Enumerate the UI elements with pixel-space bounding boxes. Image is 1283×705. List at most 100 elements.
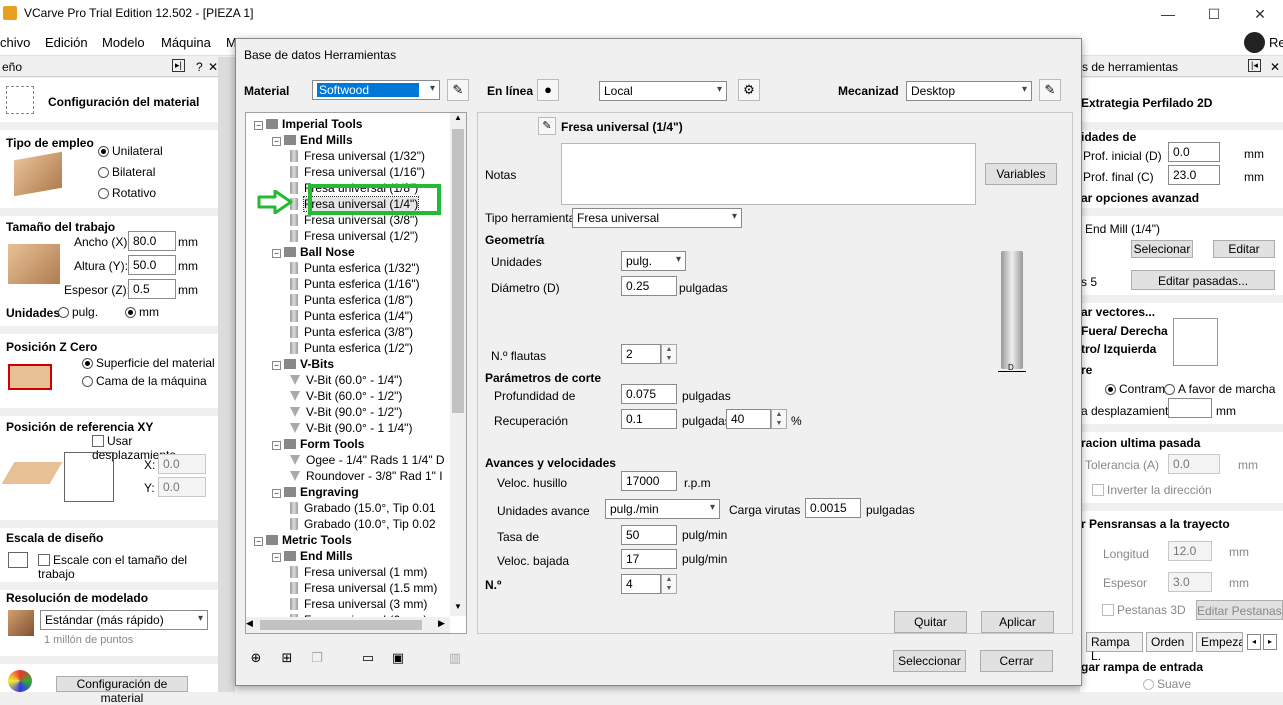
collapse-icon[interactable]: − (272, 249, 281, 258)
notas-textarea[interactable] (561, 143, 976, 205)
tree-tool-item[interactable]: Fresa universal (1/16") (290, 164, 425, 180)
tree-group[interactable]: − Imperial Tools (254, 116, 362, 132)
help-button[interactable]: ? (196, 60, 203, 74)
tree-tool-item[interactable]: V-Bit (60.0° - 1/4") (290, 372, 402, 388)
tab-rampa[interactable]: Rampa L. (1086, 632, 1143, 663)
profundidad-input[interactable]: 0.075 (621, 384, 677, 404)
carga-virutas-input[interactable]: 0.0015 (805, 498, 861, 518)
radio-contramano[interactable]: Contrama (1105, 382, 1172, 396)
collapse-icon[interactable]: − (272, 441, 281, 450)
tipo-herramienta-select[interactable]: Fresa universal (572, 208, 742, 228)
collapse-icon[interactable]: − (272, 489, 281, 498)
tree-tool-item[interactable]: Punta esferica (1/4") (290, 308, 413, 324)
no-spinner[interactable]: ▲ ▼ (661, 574, 677, 594)
radio-suave[interactable]: Suave (1143, 677, 1191, 691)
tree-hscroll-thumb[interactable] (260, 620, 422, 630)
opciones-avanzadas[interactable]: ar opciones avanzad (1081, 191, 1199, 205)
longitud-input[interactable]: 12.0 (1168, 541, 1212, 561)
tab-empezar[interactable]: Empeza (1196, 632, 1243, 652)
tree-tool-item[interactable]: Fresa universal (1.5 mm) (290, 580, 437, 596)
scroll-up-arrow-icon[interactable]: ▲ (450, 113, 466, 127)
pin-panel-button[interactable]: |◂ (1248, 59, 1261, 72)
diametro-input[interactable]: 0.25 (621, 276, 677, 296)
radio-cama[interactable]: Cama de la máquina (82, 374, 207, 388)
flautas-spinner[interactable]: ▲ ▼ (661, 344, 677, 364)
tree-tool-item[interactable]: Punta esferica (1/8") (290, 292, 413, 308)
pin-panel-button[interactable]: ▸| (172, 59, 185, 72)
recuperacion-pct-input[interactable]: 40 (726, 409, 771, 429)
dentro-izquierda[interactable]: tro/ Izquierda (1081, 342, 1156, 356)
edit-machine-icon[interactable]: ✎ (1039, 79, 1061, 101)
machine-select[interactable]: Desktop (906, 81, 1032, 101)
tree-group[interactable]: − V-Bits (272, 356, 334, 372)
radio-mm[interactable]: mm (125, 305, 159, 319)
altura-input[interactable]: 50.0 (128, 255, 176, 275)
tree-tool-item[interactable]: V-Bit (60.0° - 1/2") (290, 388, 402, 404)
flautas-input[interactable]: 2 (621, 344, 661, 364)
tolerancia-input[interactable]: 0.0 (1168, 454, 1220, 474)
xy-origin-grid[interactable] (64, 452, 114, 502)
radio-superficie[interactable]: Superficie del material (82, 356, 215, 370)
unidades-select[interactable]: pulg. (621, 251, 686, 271)
tree-tool-item[interactable]: Grabado (10.0°, Tip 0.02 (290, 516, 436, 532)
radio-a-favor[interactable]: A favor de marcha (1164, 382, 1275, 396)
collapse-icon[interactable]: − (272, 137, 281, 146)
tab-scroll-left-button[interactable]: ◂ (1247, 634, 1261, 650)
tree-tool-item[interactable]: Punta esferica (1/32") (290, 260, 420, 276)
quitar-button[interactable]: Quitar (894, 611, 967, 633)
maximize-button[interactable]: ☐ (1191, 0, 1237, 28)
close-panel-button[interactable]: ✕ (1270, 60, 1280, 74)
pestanas-3d-checkbox[interactable]: Pestanas 3D (1102, 603, 1186, 617)
prof-inicial-input[interactable]: 0.0 (1168, 142, 1220, 162)
tree-tool-item[interactable]: V-Bit (90.0° - 1/2") (290, 404, 402, 420)
espesor-input[interactable]: 3.0 (1168, 572, 1212, 592)
resolucion-select[interactable]: Estándar (más rápido) (40, 610, 208, 630)
scroll-right-arrow-icon[interactable]: ▶ (438, 618, 445, 629)
vectores-label[interactable]: ar vectores... (1081, 305, 1155, 319)
library-settings-icon[interactable]: ⚙ (738, 79, 760, 101)
tree-group[interactable]: − Form Tools (272, 436, 364, 452)
tree-tool-item[interactable]: Roundover - 3/8" Rad 1" I (290, 468, 443, 484)
ancho-input[interactable]: 80.0 (128, 231, 176, 251)
prof-final-input[interactable]: 23.0 (1168, 165, 1220, 185)
tree-vscrollbar[interactable]: ▲ ▼ (450, 113, 466, 616)
bajada-input[interactable]: 17 (621, 549, 677, 569)
select-tool-button[interactable]: Selecionar (1131, 240, 1193, 258)
edit-tool-button[interactable]: Editar (1213, 240, 1275, 258)
tree-tool-item[interactable]: V-Bit (90.0° - 1 1/4") (290, 420, 412, 436)
tree-tool-item[interactable]: Fresa universal (3 mm) (290, 596, 427, 612)
tree-tool-item[interactable]: Grabado (15.0°, Tip 0.01 (290, 500, 436, 516)
collapse-icon[interactable]: − (254, 537, 263, 546)
menu-maquina[interactable]: Máquina (161, 35, 211, 50)
recuperacion-pct-spinner[interactable]: ▲ ▼ (771, 409, 787, 429)
add-tool-icon[interactable]: ⊕ (245, 648, 267, 670)
tree-group[interactable]: − Engraving (272, 484, 359, 500)
husillo-input[interactable]: 17000 (621, 471, 677, 491)
scroll-left-arrow-icon[interactable]: ◀ (246, 618, 253, 629)
tree-tool-item[interactable]: Fresa universal (1 mm) (290, 564, 427, 580)
tree-tool-item[interactable]: Punta esferica (1/16") (290, 276, 420, 292)
close-panel-button[interactable]: ✕ (208, 60, 218, 74)
library-select[interactable]: Local (599, 81, 727, 101)
collapse-icon[interactable]: − (272, 361, 281, 370)
radio-unilateral[interactable]: Unilateral (98, 144, 163, 158)
tab-scroll-right-button[interactable]: ▸ (1263, 634, 1277, 650)
tree-group[interactable]: − Metric Tools (254, 532, 352, 548)
no-input[interactable]: 4 (621, 574, 661, 594)
tree-tool-item[interactable]: Ogee - 1/4" Rads 1 1/4" D (290, 452, 445, 468)
cerrar-button[interactable]: Cerrar (980, 650, 1053, 672)
tree-group[interactable]: − End Mills (272, 548, 353, 564)
left-splitter[interactable] (218, 57, 235, 692)
tab-orden[interactable]: Orden (1146, 632, 1193, 652)
close-window-button[interactable]: ✕ (1237, 0, 1283, 28)
fuera-derecha[interactable]: Fuera/ Derecha (1081, 324, 1168, 338)
desplazamiento-input[interactable] (1168, 398, 1212, 418)
escala-checkbox[interactable]: Escale con el tamaño del trabajo (38, 553, 218, 581)
collapse-icon[interactable]: − (254, 121, 263, 130)
menu-archivo[interactable]: chivo (0, 35, 30, 50)
unidades-avance-select[interactable]: pulg./min (605, 499, 720, 519)
user-account-icon[interactable]: ● (537, 79, 559, 101)
tree-scroll-thumb[interactable] (452, 129, 464, 413)
menu-modelo[interactable]: Modelo (102, 35, 145, 50)
aplicar-button[interactable]: Aplicar (981, 611, 1054, 633)
